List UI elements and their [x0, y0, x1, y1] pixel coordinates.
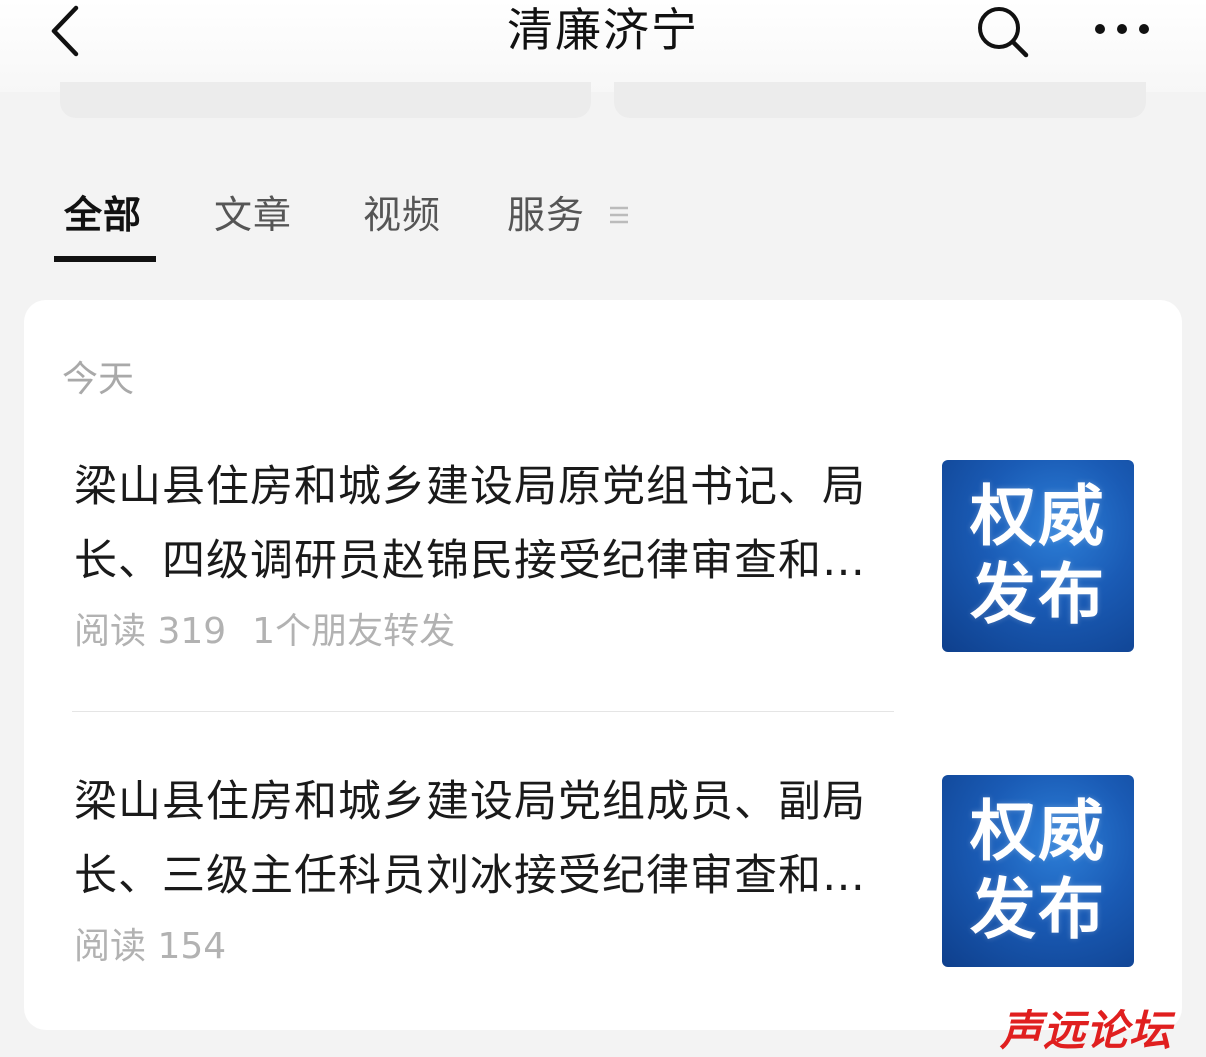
- more-dots-icon: [1095, 24, 1149, 34]
- tab-videos[interactable]: 视频: [363, 180, 441, 250]
- read-count: 阅读 154: [74, 926, 227, 967]
- article-thumbnail[interactable]: 权威发布: [942, 775, 1134, 967]
- friend-share-count: 1个朋友转发: [252, 611, 456, 652]
- tab-articles[interactable]: 文章: [214, 180, 292, 250]
- section-date-label: 今天: [62, 359, 135, 400]
- search-icon: [978, 7, 1029, 58]
- article-item[interactable]: 梁山县住房和城乡建设局党组成员、副局长、三级主任科员刘冰接受纪律审查和监察调查 …: [24, 765, 1182, 967]
- list-menu-icon[interactable]: [606, 202, 632, 228]
- partial-card-left[interactable]: [60, 82, 591, 118]
- thumbnail-text: 权威发布: [970, 478, 1106, 633]
- thumbnail-text: 权威发布: [970, 793, 1106, 948]
- read-count: 阅读 319: [74, 611, 227, 652]
- article-title[interactable]: 梁山县住房和城乡建设局党组成员、副局长、三级主任科员刘冰接受纪律审查和监察调查: [74, 765, 884, 913]
- tab-all[interactable]: 全部: [64, 180, 142, 250]
- article-item[interactable]: 梁山县住房和城乡建设局原党组书记、局长、四级调研员赵锦民接受纪律审查和监察调查 …: [24, 450, 1182, 652]
- divider: [72, 711, 894, 712]
- article-meta: 阅读 154: [74, 923, 252, 971]
- forum-watermark: 声远论坛: [1000, 1006, 1173, 1055]
- more-button[interactable]: [1090, 2, 1154, 62]
- top-nav-bar: 清廉济宁: [0, 0, 1206, 92]
- content-tabs: 全部 文章 视频 服务: [0, 180, 1206, 270]
- article-meta: 阅读 319 1个朋友转发: [74, 608, 481, 656]
- search-button[interactable]: [970, 2, 1034, 62]
- partial-card-right[interactable]: [614, 82, 1146, 118]
- tab-services[interactable]: 服务: [507, 180, 585, 250]
- article-title[interactable]: 梁山县住房和城乡建设局原党组书记、局长、四级调研员赵锦民接受纪律审查和监察调查: [74, 450, 884, 598]
- article-feed-card: 今天 梁山县住房和城乡建设局原党组书记、局长、四级调研员赵锦民接受纪律审查和监察…: [24, 300, 1182, 1030]
- active-tab-indicator: [54, 256, 156, 262]
- article-thumbnail[interactable]: 权威发布: [942, 460, 1134, 652]
